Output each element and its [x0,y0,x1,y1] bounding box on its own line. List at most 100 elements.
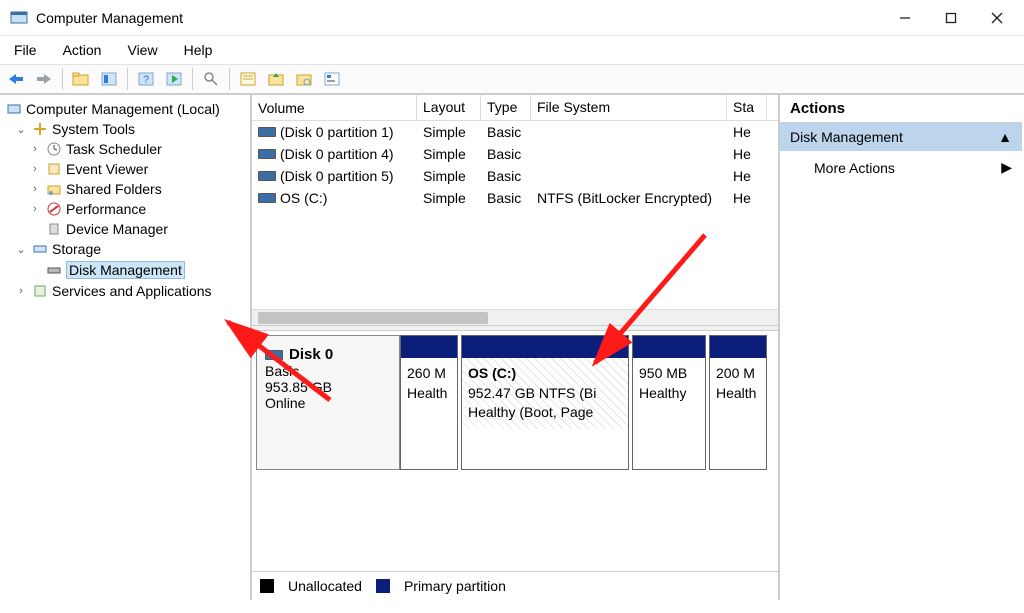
swatch-primary [376,579,390,593]
expand-icon[interactable]: › [28,163,42,175]
back-button[interactable] [4,68,28,90]
volume-layout: Simple [417,188,481,208]
collapse-icon[interactable]: ⌄ [14,243,28,256]
expand-icon[interactable]: › [28,143,42,155]
actions-more-label: More Actions [814,160,895,176]
volume-status: He [727,144,767,164]
volume-header: Volume Layout Type File System Sta [252,95,778,121]
toolbar-search-folder-icon[interactable] [292,68,316,90]
expand-icon[interactable]: › [14,285,28,297]
menu-help[interactable]: Help [182,40,215,60]
toolbar-folder-icon[interactable] [69,68,93,90]
forward-button[interactable] [32,68,56,90]
tree-root[interactable]: Computer Management (Local) [26,101,220,117]
volume-name: (Disk 0 partition 5) [280,168,394,184]
actions-accordion-label: Disk Management [790,129,903,145]
toolbar-play-icon[interactable] [162,68,186,90]
partition-name: OS (C:) [468,365,516,381]
toolbar-properties-icon[interactable] [97,68,121,90]
volume-fs [531,174,727,178]
partition-status: Health [716,385,756,401]
toolbar-find-icon[interactable] [199,68,223,90]
center-panel: Volume Layout Type File System Sta (Disk… [252,95,780,600]
volume-list[interactable]: (Disk 0 partition 1)SimpleBasicHe(Disk 0… [252,121,778,209]
col-volume[interactable]: Volume [252,95,417,120]
partition-bar [462,336,628,358]
tree-shared-folders[interactable]: Shared Folders [66,181,162,197]
col-filesystem[interactable]: File System [531,95,727,120]
services-icon [32,283,48,299]
volume-row[interactable]: OS (C:)SimpleBasicNTFS (BitLocker Encryp… [252,187,778,209]
minimize-button[interactable] [882,2,928,34]
tree-system-tools[interactable]: System Tools [52,121,135,137]
actions-more[interactable]: More Actions ▶ [780,151,1022,184]
volume-row[interactable]: (Disk 0 partition 1)SimpleBasicHe [252,121,778,143]
actions-accordion[interactable]: Disk Management ▲ [780,123,1022,151]
volume-icon [258,127,276,137]
tree-device-manager[interactable]: Device Manager [66,221,168,237]
partition[interactable]: 260 MHealth [400,335,458,470]
disk-name: Disk 0 [289,346,333,363]
navigation-tree[interactable]: Computer Management (Local) ⌄ System Too… [0,95,252,600]
volume-status: He [727,166,767,186]
tree-task-scheduler[interactable]: Task Scheduler [66,141,162,157]
performance-icon [46,201,62,217]
col-type[interactable]: Type [481,95,531,120]
volume-row[interactable]: (Disk 0 partition 4)SimpleBasicHe [252,143,778,165]
toolbar: ? [0,65,1024,95]
volume-layout: Simple [417,144,481,164]
partition-bar [401,336,457,358]
horizontal-scrollbar[interactable] [252,309,778,325]
expand-icon[interactable]: › [28,183,42,195]
volume-status: He [727,188,767,208]
toolbar-actions-icon[interactable] [320,68,344,90]
menu-file[interactable]: File [12,40,39,60]
partition-size: 950 MB [639,365,687,381]
volume-name: OS (C:) [280,190,327,206]
tree-services[interactable]: Services and Applications [52,283,212,299]
close-button[interactable] [974,2,1020,34]
disk-info[interactable]: Disk 0 Basic 953.85 GB Online [256,335,400,470]
shared-folders-icon [46,181,62,197]
volume-icon [258,149,276,159]
col-status[interactable]: Sta [727,95,767,120]
partition-status: Healthy [639,385,686,401]
window-title: Computer Management [36,10,183,26]
partition-size: 952.47 GB NTFS (Bi [468,385,596,401]
volume-fs [531,152,727,156]
disk-status: Online [265,395,391,411]
app-icon [10,9,28,27]
volume-row[interactable]: (Disk 0 partition 5)SimpleBasicHe [252,165,778,187]
disk-row: Disk 0 Basic 953.85 GB Online 260 MHealt… [256,335,774,470]
partition-size: 260 M [407,365,446,381]
volume-type: Basic [481,122,531,142]
expand-icon[interactable]: › [28,203,42,215]
tree-event-viewer[interactable]: Event Viewer [66,161,148,177]
menu-view[interactable]: View [125,40,159,60]
swatch-unallocated [260,579,274,593]
partition-bar [710,336,766,358]
partition-status: Healthy (Boot, Page [468,404,593,420]
toolbar-up-icon[interactable] [264,68,288,90]
tree-disk-management[interactable]: Disk Management [66,261,185,279]
collapse-icon[interactable]: ⌄ [14,123,28,136]
event-icon [46,161,62,177]
clock-icon [46,141,62,157]
disk-kind: Basic [265,363,391,379]
tree-storage[interactable]: Storage [52,241,101,257]
partition-size: 200 M [716,365,755,381]
toolbar-help-icon[interactable]: ? [134,68,158,90]
actions-header: Actions [780,95,1022,123]
menu-bar: File Action View Help [0,36,1024,65]
menu-action[interactable]: Action [61,40,104,60]
toolbar-list-icon[interactable] [236,68,260,90]
maximize-button[interactable] [928,2,974,34]
title-bar: Computer Management [0,0,1024,36]
console-icon [6,101,22,117]
partition[interactable]: OS (C:) 952.47 GB NTFS (Bi Healthy (Boot, … [461,335,629,470]
partition[interactable]: 950 MB Healthy [632,335,706,470]
volume-fs [531,130,727,134]
col-layout[interactable]: Layout [417,95,481,120]
tree-performance[interactable]: Performance [66,201,146,217]
partition[interactable]: 200 M Health [709,335,767,470]
